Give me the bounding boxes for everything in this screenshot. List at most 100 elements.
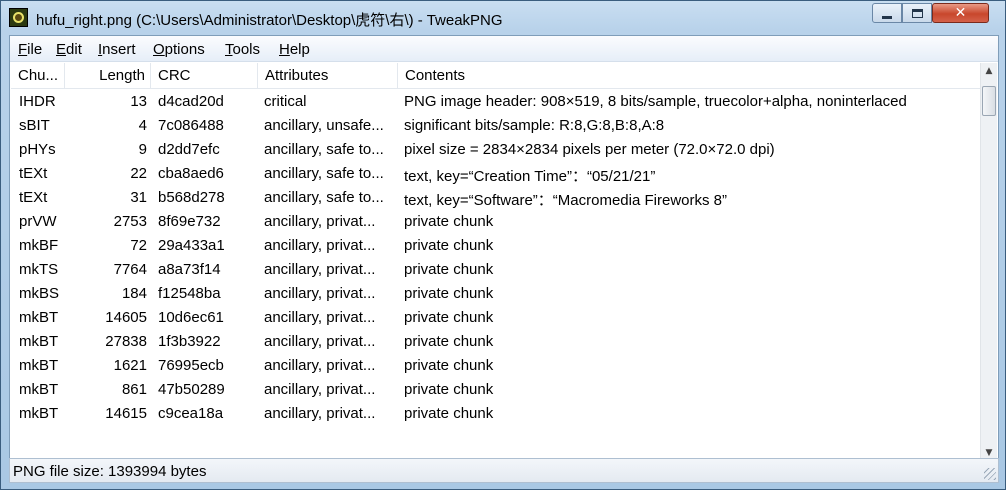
maximize-button[interactable] xyxy=(902,3,932,23)
cell-crc: 1f3b3922 xyxy=(158,333,221,350)
table-row[interactable]: sBIT 4 7c086488 ancillary, unsafe... signifi… xyxy=(11,114,980,138)
cell-crc: a8a73f14 xyxy=(158,261,221,278)
cell-chunk-type: mkBT xyxy=(19,357,59,374)
table-row[interactable]: mkBT 861 47b50289 ancillary, privat... priva… xyxy=(11,378,980,402)
cell-contents: private chunk xyxy=(404,285,494,302)
cell-length: 4 xyxy=(138,117,147,134)
cell-length: 9 xyxy=(138,141,147,158)
cell-attributes: ancillary, privat... xyxy=(264,285,376,302)
table-row[interactable]: mkTS 7764 a8a73f14 ancillary, privat... priv… xyxy=(11,258,980,282)
menu-edit[interactable]: Edit xyxy=(56,41,82,58)
cell-attributes: ancillary, privat... xyxy=(264,357,376,374)
cell-attributes: ancillary, privat... xyxy=(264,261,376,278)
cell-crc: d4cad20d xyxy=(158,93,224,110)
cell-chunk-type: mkTS xyxy=(19,261,59,278)
cell-attributes: ancillary, privat... xyxy=(264,405,376,422)
table-row[interactable]: mkBF 72 29a433a1 ancillary, privat... privat… xyxy=(11,234,980,258)
cell-length: 2753 xyxy=(113,213,147,230)
list-header: Chu... Length CRC Attributes Contents xyxy=(11,63,980,89)
cell-crc: 7c086488 xyxy=(158,117,224,134)
table-row[interactable]: mkBT 14605 10d6ec61 ancillary, privat... pri… xyxy=(11,306,980,330)
menu-tools[interactable]: Tools xyxy=(225,41,260,58)
vertical-scroll-thumb[interactable] xyxy=(982,86,996,116)
cell-contents: private chunk xyxy=(404,333,494,350)
menu-file[interactable]: File xyxy=(18,41,42,58)
table-row[interactable]: mkBT 27838 1f3b3922 ancillary, privat... pri… xyxy=(11,330,980,354)
title-bar[interactable]: hufu_right.png (C:\Users\Administrator\D… xyxy=(1,1,1005,35)
cell-crc: cba8aed6 xyxy=(158,165,224,182)
cell-contents: private chunk xyxy=(404,405,494,422)
tweakpng-app-icon[interactable] xyxy=(9,8,28,27)
menu-options[interactable]: Options xyxy=(153,41,205,58)
menu-insert[interactable]: Insert xyxy=(98,41,136,58)
cell-chunk-type: mkBT xyxy=(19,381,59,398)
column-header-crc[interactable]: CRC xyxy=(151,63,258,88)
cell-chunk-type: mkBS xyxy=(19,285,60,302)
cell-crc: 47b50289 xyxy=(158,381,225,398)
cell-length: 861 xyxy=(121,381,147,398)
cell-attributes: critical xyxy=(264,93,307,110)
client-area: File Edit Insert Options Tools Help Chu... Le… xyxy=(9,35,999,483)
table-row[interactable]: pHYs 9 d2dd7efc ancillary, safe to... pixel … xyxy=(11,138,980,162)
cell-length: 1621 xyxy=(113,357,147,374)
cell-crc: 10d6ec61 xyxy=(158,309,224,326)
resize-grip-icon[interactable] xyxy=(984,468,996,480)
cell-attributes: ancillary, safe to... xyxy=(264,189,384,206)
column-header-contents[interactable]: Contents xyxy=(398,63,980,88)
vertical-scrollbar[interactable]: ▲ ▼ xyxy=(980,63,997,462)
cell-crc: 29a433a1 xyxy=(158,237,225,254)
cell-attributes: ancillary, unsafe... xyxy=(264,117,384,134)
cell-attributes: ancillary, privat... xyxy=(264,213,376,230)
cell-chunk-type: mkBT xyxy=(19,309,59,326)
status-bar: PNG file size: 1393994 bytes xyxy=(9,458,999,483)
cell-length: 184 xyxy=(121,285,147,302)
column-header-chunk[interactable]: Chu... xyxy=(11,63,65,88)
scroll-up-icon[interactable]: ▲ xyxy=(981,63,997,80)
cell-chunk-type: mkBT xyxy=(19,333,59,350)
table-row[interactable]: tEXt 31 b568d278 ancillary, safe to... text,… xyxy=(11,186,980,210)
table-row[interactable]: mkBS 184 f12548ba ancillary, privat... priva… xyxy=(11,282,980,306)
cell-chunk-type: mkBF xyxy=(19,237,59,254)
table-row[interactable]: prVW 2753 8f69e732 ancillary, privat... priv… xyxy=(11,210,980,234)
cell-chunk-type: tEXt xyxy=(19,189,48,206)
cell-contents: private chunk xyxy=(404,261,494,278)
cell-contents: private chunk xyxy=(404,381,494,398)
cell-crc: 76995ecb xyxy=(158,357,224,374)
cell-crc: 8f69e732 xyxy=(158,213,221,230)
close-icon: ✕ xyxy=(954,5,967,21)
cell-length: 7764 xyxy=(113,261,147,278)
column-header-length[interactable]: Length xyxy=(65,63,151,88)
cell-length: 14615 xyxy=(105,405,147,422)
cell-contents: text, key=“Creation Time”：“05/21/21” xyxy=(404,168,656,185)
minimize-button[interactable] xyxy=(872,3,902,23)
cell-crc: f12548ba xyxy=(158,285,221,302)
cell-attributes: ancillary, safe to... xyxy=(264,141,384,158)
cell-contents: private chunk xyxy=(404,357,494,374)
cell-contents: private chunk xyxy=(404,213,494,230)
column-header-attributes[interactable]: Attributes xyxy=(258,63,398,88)
table-row[interactable]: IHDR 13 d4cad20d critical PNG image header: … xyxy=(11,90,980,114)
cell-attributes: ancillary, privat... xyxy=(264,381,376,398)
cell-chunk-type: prVW xyxy=(19,213,57,230)
cell-contents: PNG image header: 908×519, 8 bits/sample… xyxy=(404,93,907,110)
cell-contents: private chunk xyxy=(404,309,494,326)
cell-length: 27838 xyxy=(105,333,147,350)
cell-length: 14605 xyxy=(105,309,147,326)
cell-contents: pixel size = 2834×2834 pixels per meter … xyxy=(404,141,775,158)
cell-contents: significant bits/sample: R:8,G:8,B:8,A:8 xyxy=(404,117,665,134)
cell-chunk-type: pHYs xyxy=(19,141,56,158)
table-row[interactable]: mkBT 14615 c9cea18a ancillary, privat... pri… xyxy=(11,402,980,426)
cell-contents: text, key=“Software”：“Macromedia Firewor… xyxy=(404,192,727,209)
menu-bar: File Edit Insert Options Tools Help xyxy=(10,36,998,62)
main-window: hufu_right.png (C:\Users\Administrator\D… xyxy=(0,0,1006,490)
table-row[interactable]: mkBT 1621 76995ecb ancillary, privat... priv… xyxy=(11,354,980,378)
table-row[interactable]: tEXt 22 cba8aed6 ancillary, safe to... text,… xyxy=(11,162,980,186)
chunk-list[interactable]: Chu... Length CRC Attributes Contents IH… xyxy=(11,63,980,462)
cell-attributes: ancillary, privat... xyxy=(264,309,376,326)
minimize-icon xyxy=(882,15,892,19)
cell-attributes: ancillary, safe to... xyxy=(264,165,384,182)
cell-length: 13 xyxy=(130,93,147,110)
menu-help[interactable]: Help xyxy=(279,41,310,58)
close-button[interactable]: ✕ xyxy=(932,3,989,23)
cell-length: 31 xyxy=(130,189,147,206)
